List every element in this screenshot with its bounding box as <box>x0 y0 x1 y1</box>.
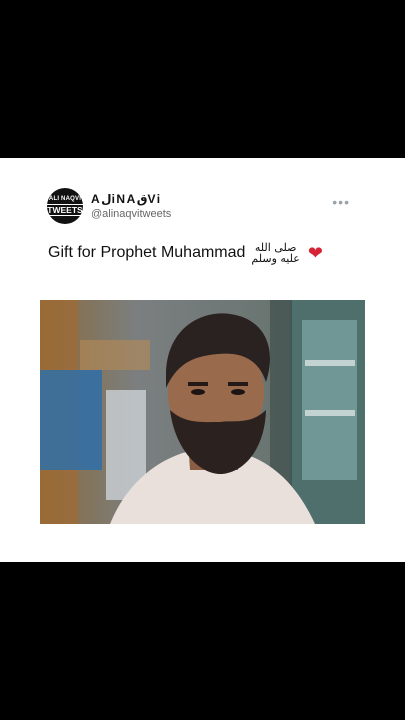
avatar-line2: TWEETS <box>44 203 86 217</box>
avatar[interactable]: ALI NAQVI TWEETS <box>44 188 86 224</box>
tweet-header: ALI NAQVI TWEETS AلiNAقVi @alinaqvitweet… <box>44 188 171 224</box>
salawat-bottom: عليه وسلم <box>251 252 300 265</box>
user-handle[interactable]: @alinaqvitweets <box>91 208 171 220</box>
more-options-icon[interactable]: ••• <box>332 194 350 210</box>
author-names: AلiNAقVi @alinaqvitweets <box>91 192 171 220</box>
tweet-text: Gift for Prophet Muhammad صلى الله عليه … <box>48 242 323 264</box>
avatar-line1: ALI NAQVI <box>48 195 82 202</box>
tweet-text-body: Gift for Prophet Muhammad <box>48 244 246 261</box>
video-frame <box>40 300 365 524</box>
heart-icon: ❤ <box>307 243 323 263</box>
tweet-media[interactable] <box>40 300 365 524</box>
salawat-calligraphy: صلى الله عليه وسلم <box>251 242 299 264</box>
display-name[interactable]: AلiNAقVi <box>91 192 171 206</box>
tweet-card: ALI NAQVI TWEETS AلiNAقVi @alinaqvitweet… <box>0 158 405 562</box>
